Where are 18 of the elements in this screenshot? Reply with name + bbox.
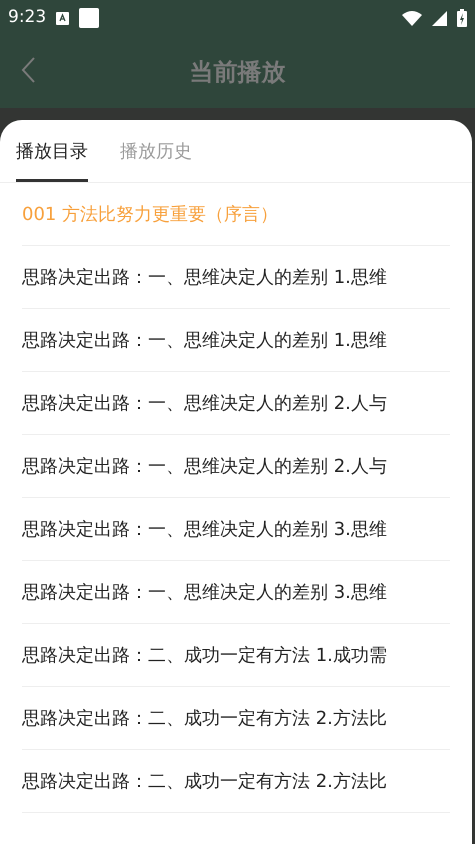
track-title[interactable]: 思路决定出路：一、思维决定人的差别 2.人与: [22, 452, 387, 480]
track-title[interactable]: 思路决定出路：一、思维决定人的差别 1.思维: [22, 326, 387, 354]
track-title[interactable]: 思路决定出路：一、思维决定人的差别 2.人与: [22, 390, 387, 416]
signal-icon: [432, 10, 447, 26]
track-title[interactable]: 思路决定出路：二、成功一定有方法 2.方法比: [22, 704, 387, 732]
track-title[interactable]: 思路决定出路：一、思维决定人的差别 1.思维: [22, 264, 387, 290]
status-time: 9:23: [8, 6, 46, 30]
track-title[interactable]: 思路决定出路：二、成功一定有方法 2.方法比: [22, 768, 387, 794]
track-title[interactable]: 思路决定出路：一、思维决定人的差别 3.思维: [22, 578, 387, 606]
track-title[interactable]: 思路决定出路：二、成功一定有方法 1.成功需: [22, 642, 387, 668]
page-title: 当前播放: [190, 57, 286, 88]
track-title[interactable]: 思路决定出路：一、思维决定人的差别 3.思维: [22, 516, 387, 542]
tab[interactable]: 播放目录: [16, 120, 88, 182]
battery-icon: [457, 9, 467, 27]
wifi-icon: [402, 10, 422, 26]
notification-icon: [79, 8, 100, 28]
back-icon[interactable]: [20, 56, 36, 84]
keyboard-icon: [56, 12, 70, 24]
